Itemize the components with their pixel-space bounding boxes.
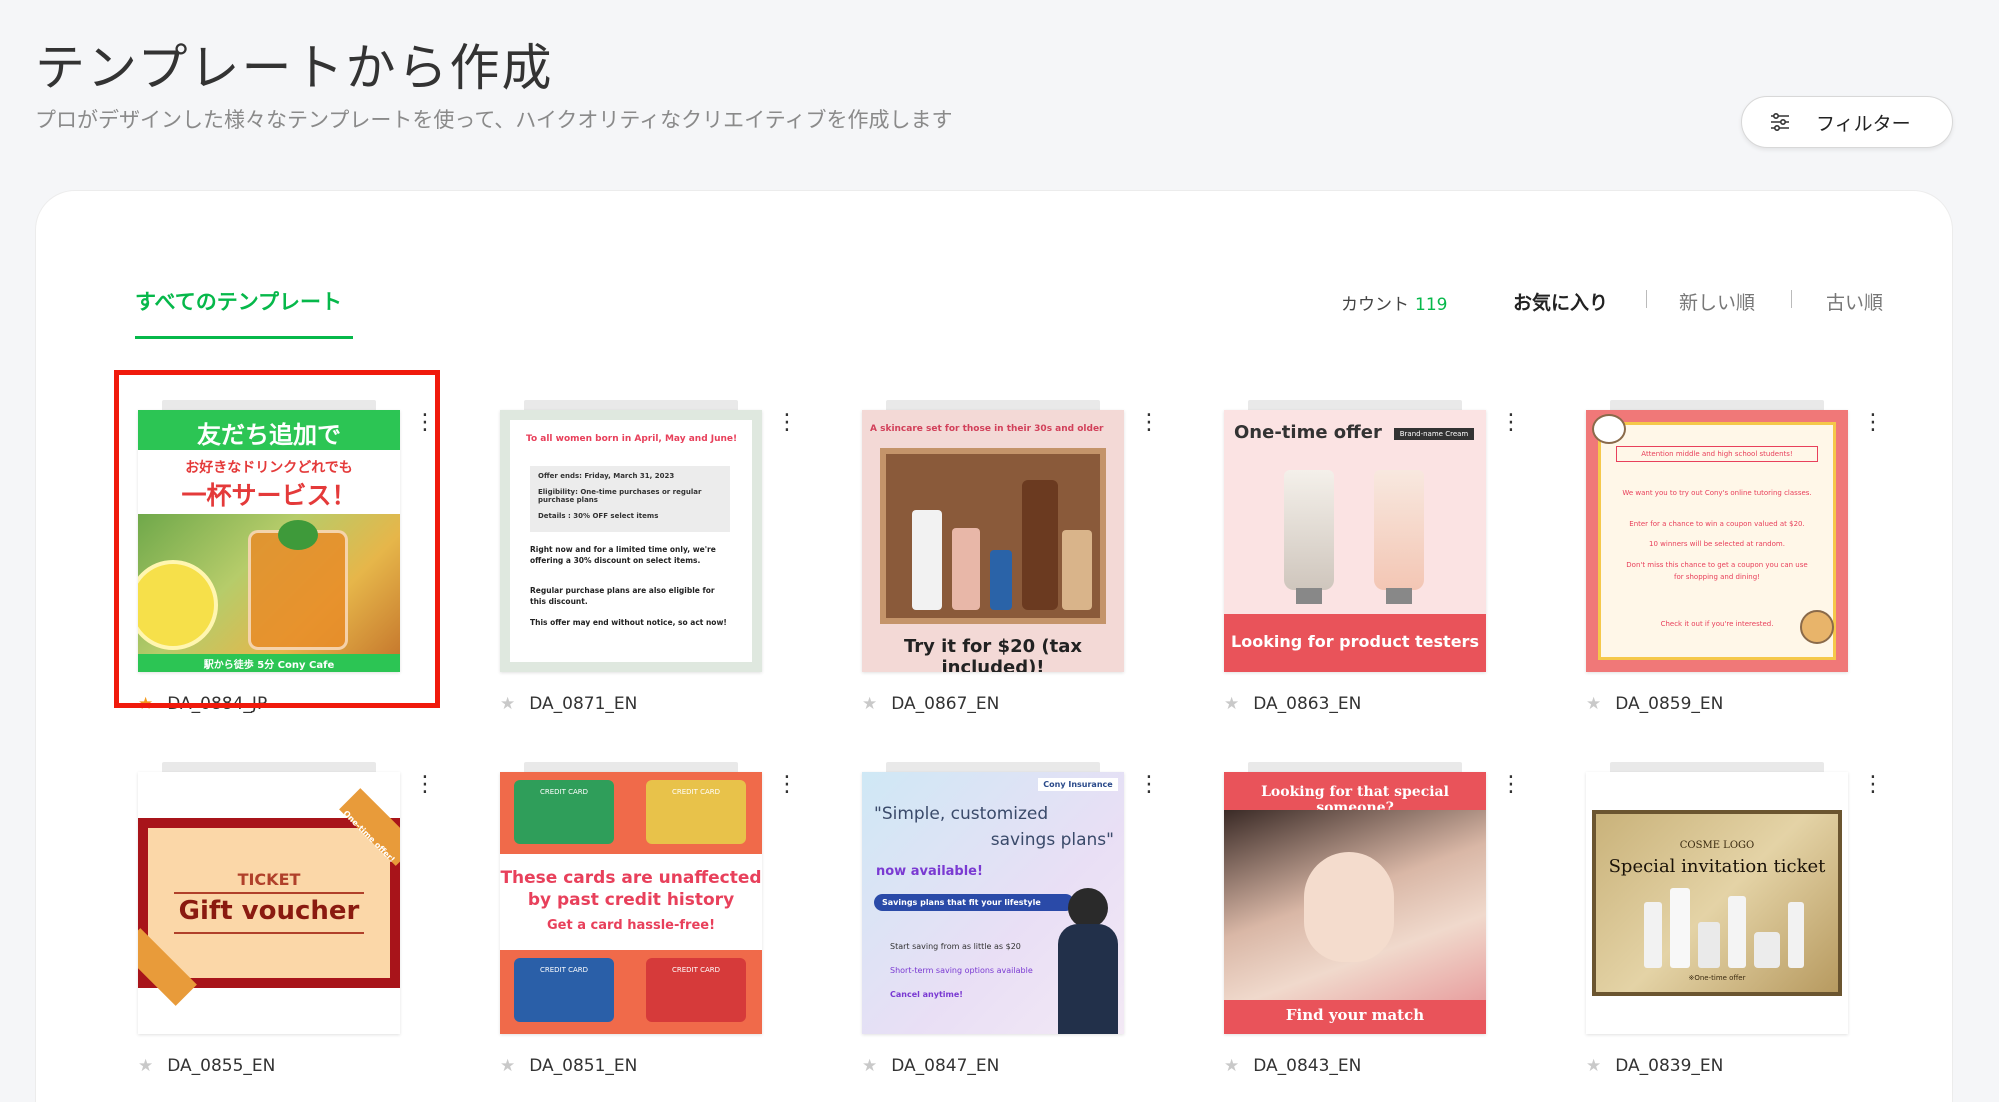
favorite-star-icon[interactable]: ★: [862, 1056, 877, 1076]
tab-all-templates[interactable]: すべてのテンプレート: [135, 286, 342, 316]
thumb-text: 10 winners will be selected at random.: [1649, 540, 1785, 548]
template-thumbnail[interactable]: COSME LOGO Special invitation ticket ※On…: [1586, 772, 1848, 1034]
favorite-star-icon[interactable]: ★: [1586, 694, 1601, 714]
thumb-text: Cony Insurance: [1038, 778, 1118, 791]
template-name: DA_0859_EN: [1615, 694, 1724, 714]
count-label: カウント: [1341, 295, 1409, 315]
thumb-text: One-time offer: [1234, 422, 1382, 443]
thumb-text: CREDIT CARD: [540, 788, 589, 796]
template-count: カウント 119: [1341, 290, 1447, 315]
thumb-text: Offer ends: Friday, March 31, 2023: [538, 472, 675, 480]
sort-oldest[interactable]: 古い順: [1826, 288, 1883, 315]
thumb-text: COSME LOGO: [1679, 840, 1755, 851]
template-name: DA_0847_EN: [891, 1056, 1000, 1076]
favorite-star-icon[interactable]: ★: [1224, 1056, 1239, 1076]
filter-icon: [1771, 113, 1789, 131]
more-options-icon[interactable]: ⋮: [1500, 774, 1522, 796]
thumb-text: A skincare set for those in their 30s an…: [870, 424, 1104, 434]
sort-favorites[interactable]: お気に入り: [1513, 288, 1608, 315]
thumb-text: Right now and for a limited time only, w…: [530, 545, 716, 565]
more-options-icon[interactable]: ⋮: [1138, 412, 1160, 434]
thumb-text: now available!: [876, 864, 983, 879]
page-title: テンプレートから作成: [35, 39, 554, 97]
count-value: 119: [1415, 295, 1448, 315]
thumb-text: savings plans": [990, 830, 1114, 850]
thumb-text: This offer may end without notice, so ac…: [530, 618, 727, 627]
thumb-text: We want you to try out Cony's online tut…: [1622, 489, 1812, 497]
thumb-text: "Simple, customized: [874, 804, 1049, 824]
thumb-text: Don't miss this chance to get a coupon y…: [1626, 561, 1808, 581]
thumb-text: CREDIT CARD: [672, 966, 721, 974]
thumb-text: Try it for $20 (tax included)!: [904, 636, 1082, 672]
favorite-star-icon[interactable]: ★: [1224, 694, 1239, 714]
sort-divider: [1791, 290, 1792, 308]
favorite-star-icon[interactable]: ★: [1586, 1056, 1601, 1076]
more-options-icon[interactable]: ⋮: [1138, 774, 1160, 796]
template-thumbnail[interactable]: To all women born in April, May and June…: [500, 410, 762, 672]
template-name: DA_0843_EN: [1253, 1056, 1362, 1076]
thumb-text: Gift voucher: [178, 896, 360, 926]
thumb-text: Eligibility: One-time purchases or regul…: [538, 488, 702, 504]
thumb-text: ※One-time offer: [1688, 974, 1746, 982]
thumb-text: by past credit history: [527, 890, 735, 910]
thumb-text: Savings plans that fit your lifestyle: [874, 894, 1074, 911]
selection-highlight: [114, 370, 440, 708]
thumb-text: TICKET: [237, 870, 301, 889]
template-name: DA_0839_EN: [1615, 1056, 1724, 1076]
template-thumbnail[interactable]: One-time offer Brand-name Cream Looking …: [1224, 410, 1486, 672]
more-options-icon[interactable]: ⋮: [414, 774, 436, 796]
thumb-text: Find your match: [1285, 1006, 1425, 1024]
thumb-text: Details : 30% OFF select items: [538, 512, 659, 520]
filter-button[interactable]: フィルター: [1741, 96, 1953, 148]
favorite-star-icon[interactable]: ★: [500, 694, 515, 714]
sort-newest[interactable]: 新しい順: [1679, 288, 1755, 315]
more-options-icon[interactable]: ⋮: [1500, 412, 1522, 434]
thumb-text: Get a card hassle-free!: [546, 918, 716, 933]
thumb-text: Attention middle and high school student…: [1616, 446, 1818, 462]
more-options-icon[interactable]: ⋮: [1862, 412, 1884, 434]
template-thumbnail[interactable]: CREDIT CARD CREDIT CARD These cards are …: [500, 772, 762, 1034]
thumb-text: CREDIT CARD: [672, 788, 721, 796]
favorite-star-icon[interactable]: ★: [138, 1056, 153, 1076]
template-thumbnail[interactable]: A skincare set for those in their 30s an…: [862, 410, 1124, 672]
thumb-text: Cancel anytime!: [890, 990, 963, 999]
more-options-icon[interactable]: ⋮: [776, 412, 798, 434]
page-subtitle: プロがデザインした様々なテンプレートを使って、ハイクオリティなクリエイティブを作…: [35, 108, 953, 132]
favorite-star-icon[interactable]: ★: [862, 694, 877, 714]
thumb-text: Short-term saving options available: [890, 966, 1033, 975]
thumb-text: Start saving from as little as $20: [890, 942, 1021, 951]
template-thumbnail[interactable]: Looking for that special someone? Find y…: [1224, 772, 1486, 1034]
thumb-text: These cards are unaffected: [500, 868, 762, 888]
template-thumbnail[interactable]: Attention middle and high school student…: [1586, 410, 1848, 672]
more-options-icon[interactable]: ⋮: [1862, 774, 1884, 796]
tab-active-underline: [135, 336, 353, 339]
template-thumbnail[interactable]: One-time offer! TICKET Gift voucher: [138, 772, 400, 1034]
thumb-text: Brand-name Cream: [1394, 428, 1474, 440]
thumb-text: Special invitation ticket: [1608, 856, 1826, 877]
thumb-text: Looking for product testers: [1231, 632, 1479, 651]
sort-divider: [1646, 290, 1647, 308]
thumb-text: To all women born in April, May and June…: [526, 434, 738, 444]
template-name: DA_0851_EN: [529, 1056, 638, 1076]
template-name: DA_0871_EN: [529, 694, 638, 714]
thumb-text: Enter for a chance to win a coupon value…: [1629, 520, 1805, 528]
template-thumbnail[interactable]: Cony Insurance "Simple, customized savin…: [862, 772, 1124, 1034]
template-name: DA_0855_EN: [167, 1056, 276, 1076]
thumb-text: CREDIT CARD: [540, 966, 589, 974]
filter-label: フィルター: [1816, 112, 1911, 135]
more-options-icon[interactable]: ⋮: [776, 774, 798, 796]
thumb-text: Regular purchase plans are also eligible…: [530, 586, 715, 606]
thumb-text: Check it out if you're interested.: [1660, 620, 1774, 628]
favorite-star-icon[interactable]: ★: [500, 1056, 515, 1076]
template-name: DA_0863_EN: [1253, 694, 1362, 714]
template-name: DA_0867_EN: [891, 694, 1000, 714]
